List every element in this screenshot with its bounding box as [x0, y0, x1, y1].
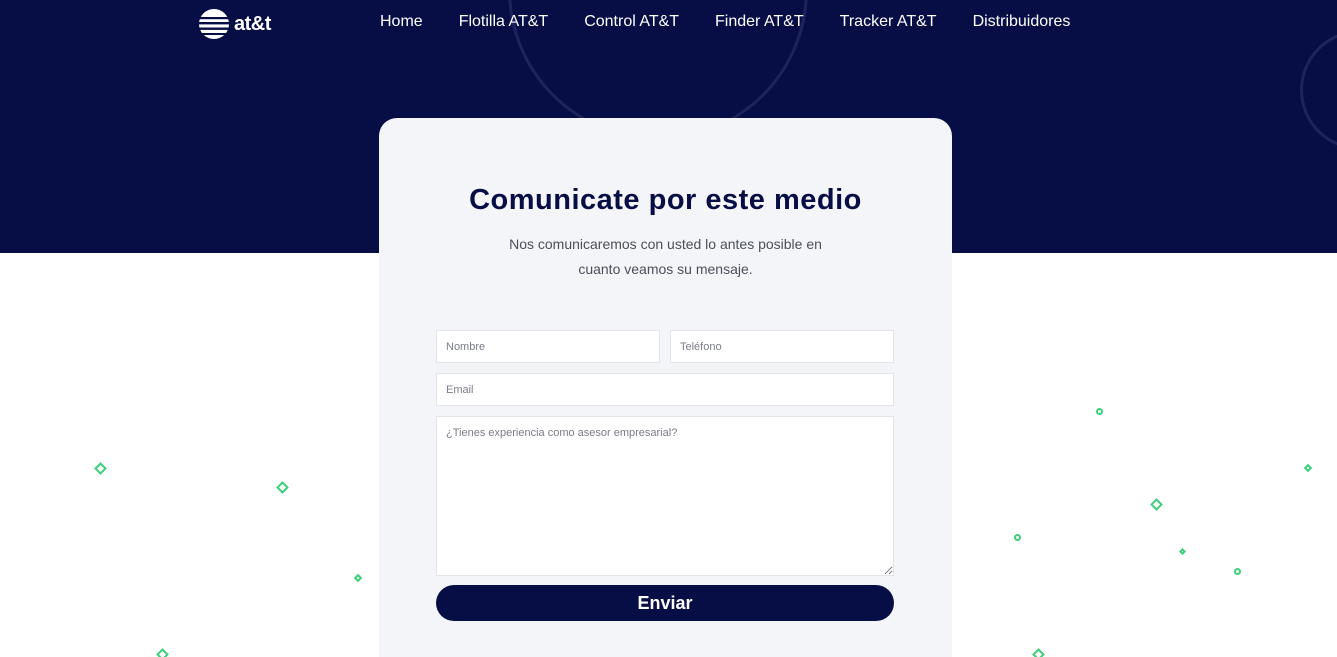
nav-link-control[interactable]: Control AT&T: [584, 13, 679, 31]
decorative-circle: [1014, 534, 1021, 541]
decorative-diamond: [1178, 547, 1187, 556]
phone-field[interactable]: [670, 330, 894, 363]
nav-link-home[interactable]: Home: [380, 13, 423, 31]
decorative-diamond: [94, 462, 107, 475]
att-logo[interactable]: at&t: [198, 8, 271, 40]
main-nav: Home Flotilla AT&T Control AT&T Finder A…: [380, 13, 1106, 31]
contact-card: Comunicate por este medio Nos comunicare…: [379, 118, 952, 657]
decorative-diamond: [1150, 498, 1163, 511]
nav-link-finder[interactable]: Finder AT&T: [715, 13, 804, 31]
send-button[interactable]: Enviar: [436, 585, 894, 621]
name-field[interactable]: [436, 330, 660, 363]
message-field[interactable]: [436, 416, 894, 576]
logo-text: at&t: [234, 12, 271, 35]
contact-subtitle-line: cuanto veamos su mensaje.: [578, 261, 753, 277]
decorative-circle: [1096, 408, 1103, 415]
decorative-diamond: [1303, 463, 1313, 473]
decorative-diamond: [1032, 648, 1045, 657]
nav-link-flotilla[interactable]: Flotilla AT&T: [459, 13, 549, 31]
top-navbar: at&t Home Flotilla AT&T Control AT&T Fin…: [0, 0, 1337, 48]
decorative-circle: [1234, 568, 1241, 575]
decorative-diamond: [353, 573, 363, 583]
decorative-diamond: [276, 481, 289, 494]
globe-icon: [199, 9, 229, 39]
decorative-diamond: [156, 648, 169, 657]
contact-title: Comunicate por este medio: [469, 184, 862, 216]
nav-link-distribuidores[interactable]: Distribuidores: [973, 13, 1071, 31]
contact-subtitle: Nos comunicaremos con usted lo antes pos…: [379, 232, 952, 282]
email-field[interactable]: [436, 373, 894, 406]
decorative-ring: [1300, 30, 1337, 150]
contact-subtitle-line: Nos comunicaremos con usted lo antes pos…: [509, 236, 822, 252]
nav-link-tracker[interactable]: Tracker AT&T: [840, 13, 937, 31]
